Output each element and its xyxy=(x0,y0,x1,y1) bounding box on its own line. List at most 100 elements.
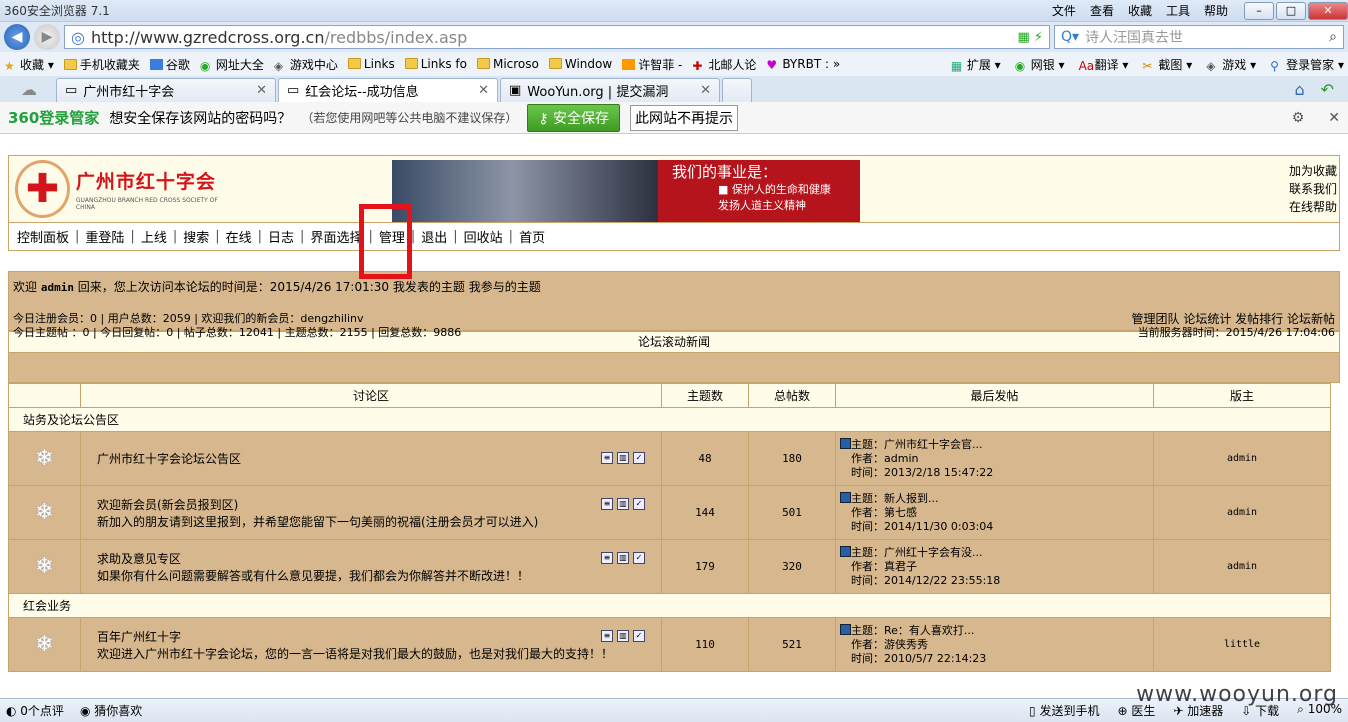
bookmark-google[interactable]: 谷歌 xyxy=(149,56,190,73)
bookmark-sites[interactable]: ◉ 网址大全 xyxy=(200,56,264,73)
close-tab-icon[interactable]: ✕ xyxy=(478,83,489,98)
menu-help[interactable]: 帮助 xyxy=(1204,2,1228,19)
check-icon[interactable]: ✓ xyxy=(633,629,645,642)
help-link[interactable]: 在线帮助 xyxy=(1289,198,1337,216)
search-box[interactable]: Q▾ 诗人汪国真去世 ⌕ xyxy=(1054,25,1344,49)
bookmark-xu[interactable]: 许智菲 - xyxy=(622,56,682,73)
moderator[interactable]: admin xyxy=(1153,539,1331,594)
address-bar[interactable]: ◎ http://www.gzredcross.org.cn/redbbs/in… xyxy=(64,25,1050,49)
chart-icon[interactable]: ▥ xyxy=(617,497,629,510)
last-topic[interactable]: 主题：新人报到... xyxy=(851,492,939,505)
menu-tools[interactable]: 工具 xyxy=(1166,2,1190,19)
tab-redcross-forum[interactable]: ▭ 红会论坛--成功信息 ✕ xyxy=(278,78,498,102)
search-engine-icon[interactable]: Q▾ xyxy=(1061,29,1079,45)
undo-close-icon[interactable]: ↶ xyxy=(1321,80,1334,99)
my-topics-link[interactable]: 我发表的主题 xyxy=(393,280,465,294)
back-button[interactable]: ◀ xyxy=(4,24,30,50)
site-logo[interactable]: ✚ 广州市红十字会 GUANGZHOU BRANCH RED CROSS SOC… xyxy=(15,160,229,218)
close-tab-icon[interactable]: ✕ xyxy=(700,83,711,98)
last-author[interactable]: 作者：游侠秀秀 xyxy=(840,638,1153,652)
topic-count: 144 xyxy=(661,485,749,540)
category-row[interactable]: 红会业务 xyxy=(8,593,1331,618)
screenshot-button[interactable]: ✂ 截图 ▾ xyxy=(1142,56,1192,73)
menu-file[interactable]: 文件 xyxy=(1052,2,1076,19)
menu-online-login[interactable]: 上线 xyxy=(141,227,167,246)
menu-logout[interactable]: 退出 xyxy=(421,227,447,246)
check-icon[interactable]: ✓ xyxy=(633,451,645,464)
forum-name[interactable]: 百年广州红十字 xyxy=(97,630,181,644)
menu-home[interactable]: 首页 xyxy=(519,227,545,246)
translate-button[interactable]: Aa翻译 ▾ xyxy=(1079,56,1129,73)
bookmark-mobile[interactable]: 手机收藏夹 xyxy=(63,56,140,73)
menu-recycle[interactable]: 回收站 xyxy=(464,227,503,246)
forum-name[interactable]: 求助及意见专区 xyxy=(97,552,181,566)
list-icon[interactable]: ≡ xyxy=(601,551,613,564)
list-icon[interactable]: ≡ xyxy=(601,451,613,464)
never-remind-button[interactable]: 此网站不再提示 xyxy=(630,104,739,131)
last-author[interactable]: 作者：真君子 xyxy=(840,560,1153,574)
chart-icon[interactable]: ▥ xyxy=(617,551,629,564)
moderator[interactable]: little xyxy=(1153,617,1331,672)
my-participated-link[interactable]: 我参与的主题 xyxy=(469,280,541,294)
stats-links[interactable]: 管理团队 论坛统计 发帖排行 论坛新帖 xyxy=(1132,312,1335,326)
chart-icon[interactable]: ▥ xyxy=(617,451,629,464)
games-button[interactable]: ◈ 游戏 ▾ xyxy=(1206,56,1256,73)
search-icon[interactable]: ⌕ xyxy=(1329,29,1337,45)
gear-icon[interactable]: ⚙ xyxy=(1292,110,1305,126)
category-row[interactable]: 站务及论坛公告区 xyxy=(8,407,1331,432)
menu-view[interactable]: 查看 xyxy=(1090,2,1114,19)
check-icon[interactable]: ✓ xyxy=(633,497,645,510)
menu-log[interactable]: 日志 xyxy=(268,227,294,246)
menu-online[interactable]: 在线 xyxy=(226,227,252,246)
bookmark-games[interactable]: ◈ 游戏中心 xyxy=(274,56,338,73)
last-topic[interactable]: 主题：广州红十字会有没... xyxy=(851,546,983,559)
menu-search[interactable]: 搜索 xyxy=(183,227,209,246)
forum-name[interactable]: 欢迎新会员(新会员报到区) xyxy=(97,498,238,512)
guess-like[interactable]: ◉ 猜你喜欢 xyxy=(80,702,142,719)
bank-button[interactable]: ◉ 网银 ▾ xyxy=(1015,56,1065,73)
bookmark-favorites[interactable]: ★ 收藏 ▾ xyxy=(4,56,54,73)
new-tab-button[interactable] xyxy=(722,78,752,102)
bookmark-byr[interactable]: ✚ 北邮人论 xyxy=(692,56,756,73)
contact-link[interactable]: 联系我们 xyxy=(1289,180,1337,198)
forward-button[interactable]: ▶ xyxy=(34,24,60,50)
forum-name[interactable]: 广州市红十字会论坛公告区 xyxy=(97,452,241,466)
home-icon[interactable]: ⌂ xyxy=(1294,80,1304,99)
close-button[interactable]: ✕ xyxy=(1308,1,1348,20)
minimize-button[interactable]: – xyxy=(1244,1,1274,20)
menu-favorites[interactable]: 收藏 xyxy=(1128,2,1152,19)
last-author[interactable]: 作者：第七感 xyxy=(840,506,1153,520)
chart-icon[interactable]: ▥ xyxy=(617,629,629,642)
tab-wooyun[interactable]: ▣ WooYun.org | 提交漏洞 ✕ xyxy=(500,78,720,102)
bookmark-byrbt[interactable]: ♥ BYRBT : » xyxy=(766,57,840,72)
cloud-icon[interactable]: ☁ xyxy=(4,80,54,99)
bookmark-links[interactable]: Links xyxy=(347,57,395,71)
tab-redcross-home[interactable]: ▭ 广州市红十字会 ✕ xyxy=(56,78,276,102)
extensions-button[interactable]: ▦ 扩展 ▾ xyxy=(951,56,1001,73)
bookmark-links-fo[interactable]: Links fo xyxy=(404,57,467,71)
bookmark-microsoft[interactable]: Microso xyxy=(476,57,539,71)
close-tab-icon[interactable]: ✕ xyxy=(256,83,267,98)
comments-status[interactable]: ◐ 0个点评 xyxy=(6,702,64,719)
safe-save-button[interactable]: ⚷ 安全保存 xyxy=(527,103,621,132)
list-icon[interactable]: ≡ xyxy=(601,497,613,510)
search-input[interactable]: 诗人汪国真去世 xyxy=(1085,27,1183,47)
add-favorite-link[interactable]: 加为收藏 xyxy=(1289,162,1337,180)
bookmark-windows[interactable]: Window xyxy=(548,57,612,71)
security-icon[interactable]: ▦ ⚡ xyxy=(1017,30,1043,45)
menu-theme[interactable]: 界面选择 xyxy=(310,227,362,246)
maximize-button[interactable]: □ xyxy=(1276,1,1306,20)
menu-control-panel[interactable]: 控制面板 xyxy=(17,227,69,246)
send-to-phone[interactable]: ▯ 发送到手机 xyxy=(1029,702,1099,719)
close-icon[interactable]: ✕ xyxy=(1328,110,1340,126)
last-author[interactable]: 作者：admin xyxy=(840,452,1153,466)
last-topic[interactable]: 主题：Re：有人喜欢打... xyxy=(851,624,974,637)
list-icon[interactable]: ≡ xyxy=(601,629,613,642)
welcome-username[interactable]: admin xyxy=(41,281,74,294)
login-manager-button[interactable]: ⚲ 登录管家 ▾ xyxy=(1270,56,1344,73)
menu-relogin[interactable]: 重登陆 xyxy=(85,227,124,246)
check-icon[interactable]: ✓ xyxy=(633,551,645,564)
last-topic[interactable]: 主题：广州市红十字会官... xyxy=(851,438,983,451)
moderator[interactable]: admin xyxy=(1153,485,1331,540)
moderator[interactable]: admin xyxy=(1153,431,1331,486)
